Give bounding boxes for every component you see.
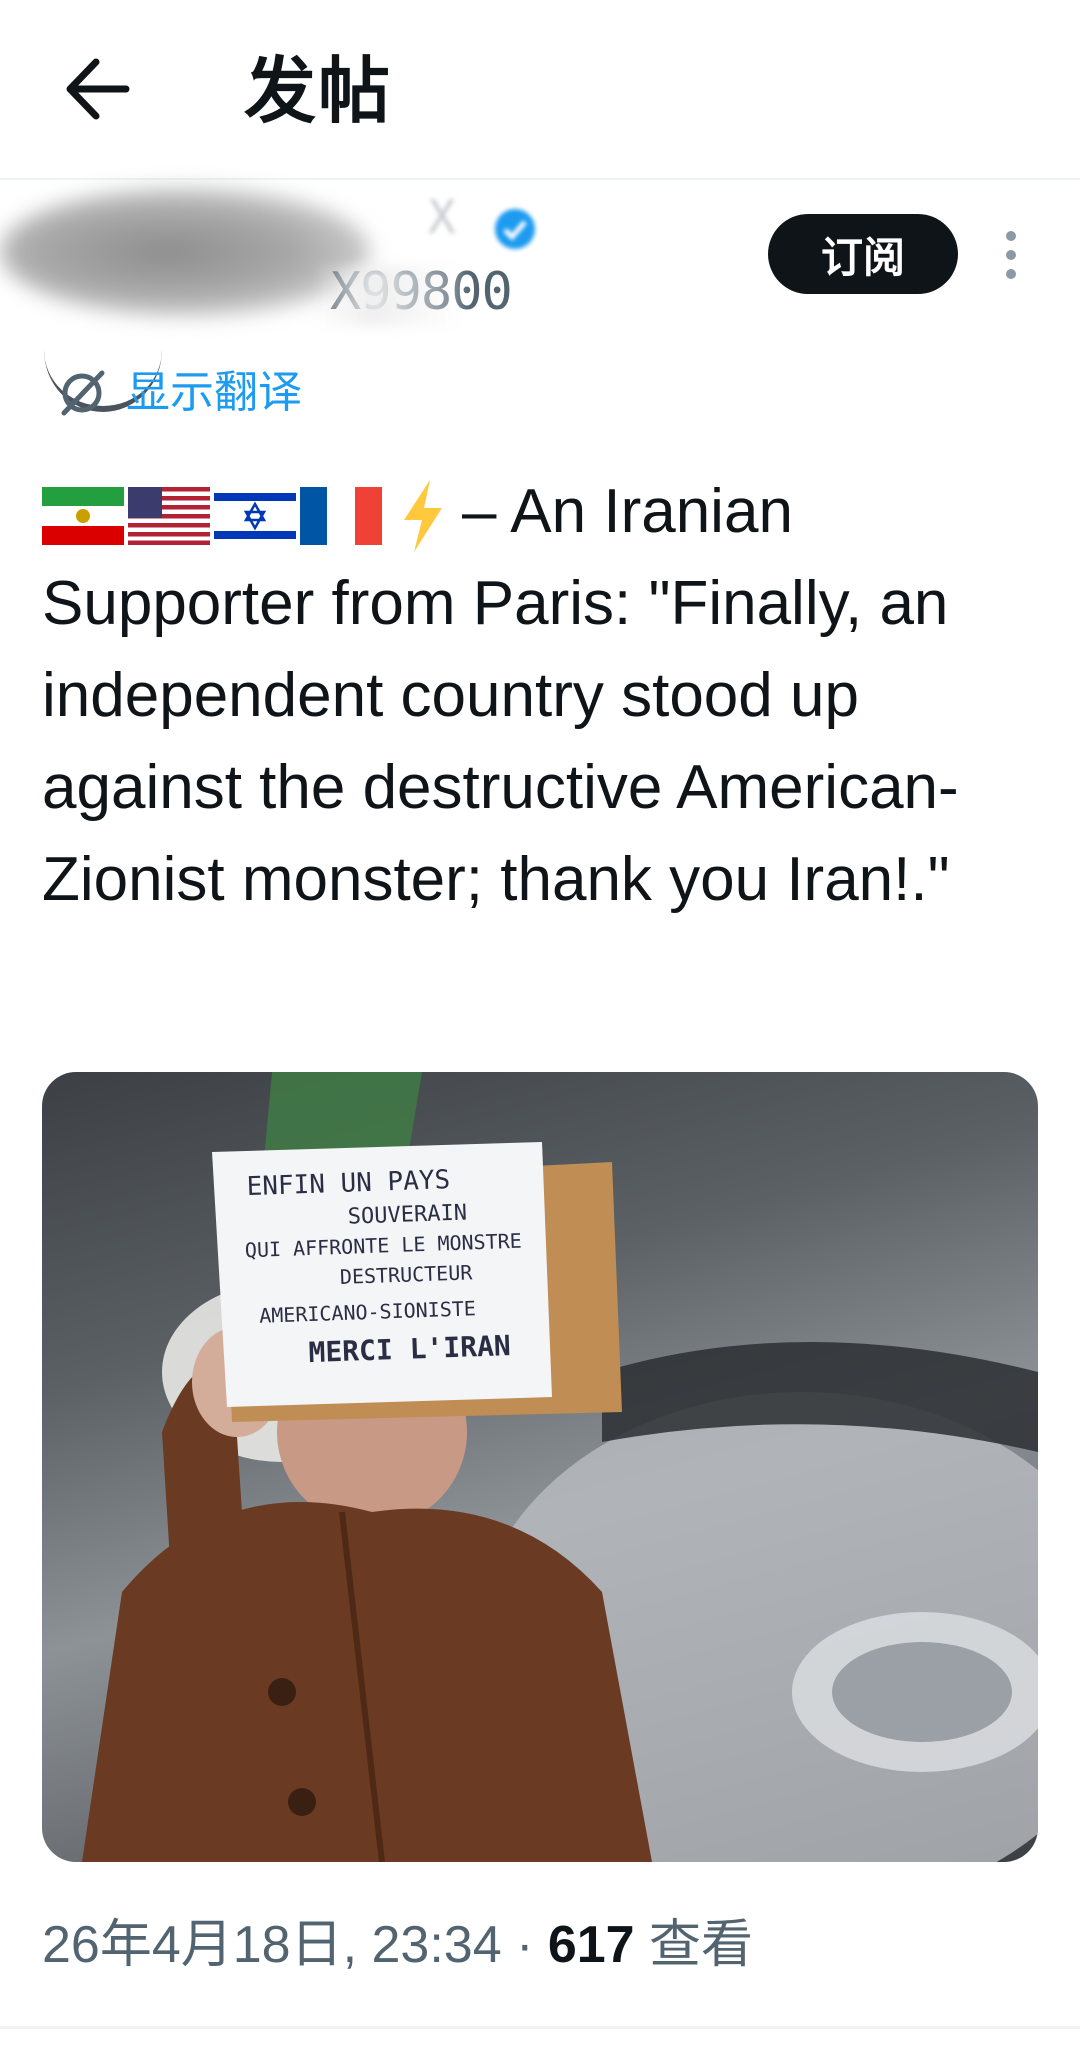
sign-line: QUI AFFRONTE LE MONSTRE	[244, 1228, 523, 1263]
verified-icon	[492, 206, 538, 252]
emoji-flags	[42, 478, 450, 554]
flag-iran-icon	[42, 486, 124, 545]
back-arrow-icon[interactable]	[60, 52, 134, 126]
show-translation-label: 显示翻译	[126, 368, 302, 417]
more-icon[interactable]	[996, 228, 1026, 282]
timestamp: 26年4月18日, 23:34 ·	[42, 1916, 548, 1974]
tweet-text: – An Iranian Supporter from Paris: "Fina…	[42, 466, 1052, 926]
author-name[interactable]: X	[428, 190, 456, 244]
sign-line: ENFIN UN PAYS	[246, 1165, 451, 1203]
sign-line: DESTRUCTEUR	[339, 1260, 473, 1289]
lightning-icon	[404, 479, 442, 552]
subscribe-button[interactable]: 订阅	[768, 214, 958, 294]
views-label: 查看	[634, 1916, 754, 1974]
sign-line: MERCI L'IRAN	[307, 1329, 512, 1370]
flag-us-icon	[128, 486, 210, 545]
sign-line: AMERICANO-SIONISTE	[258, 1296, 477, 1328]
show-translation-link[interactable]: 显示翻译	[56, 358, 302, 428]
flag-israel-icon	[214, 486, 296, 545]
page-title: 发帖	[244, 52, 393, 132]
divider	[0, 2026, 1080, 2029]
tweet-meta: 26年4月18日, 23:34 · 617 查看	[42, 1910, 753, 1980]
views-count[interactable]: 617	[548, 1916, 635, 1974]
sign-text: ENFIN UN PAYS SOUVERAIN QUI AFFRONTE LE …	[236, 1152, 614, 1405]
redacted-handle	[312, 266, 462, 326]
top-bar: 发帖	[0, 0, 1080, 180]
translate-icon	[56, 367, 108, 419]
flag-france-icon	[300, 486, 382, 545]
sign-line: SOUVERAIN	[347, 1200, 468, 1230]
